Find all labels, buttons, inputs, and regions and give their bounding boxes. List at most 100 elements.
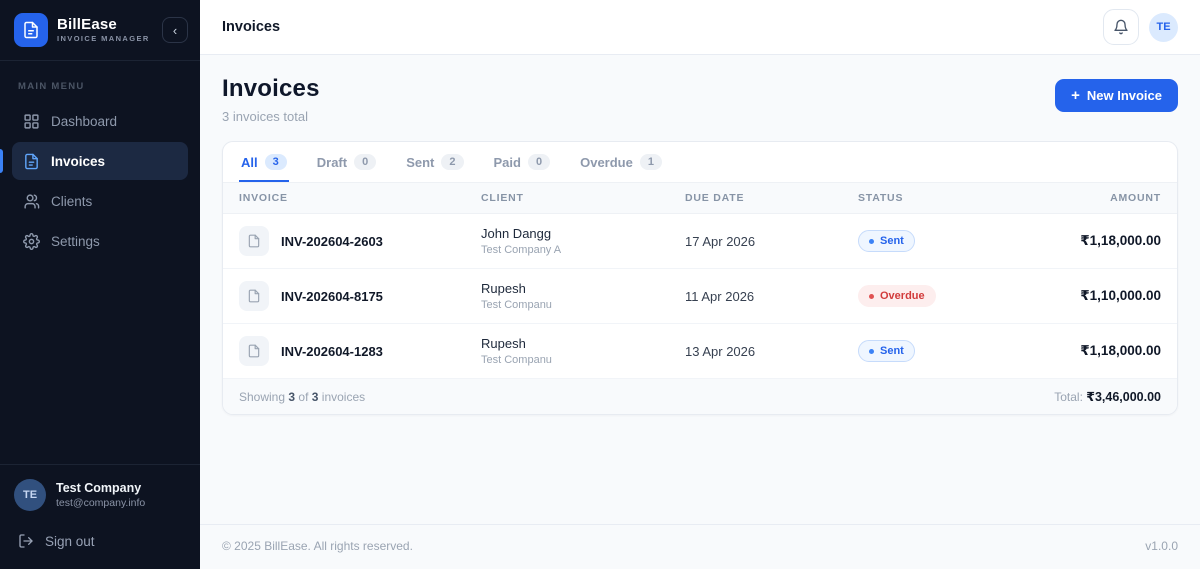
page-content: Invoices 3 invoices total + New Invoice … bbox=[200, 55, 1200, 524]
invoice-number: INV-202604-2603 bbox=[281, 233, 383, 249]
new-invoice-button[interactable]: + New Invoice bbox=[1055, 79, 1178, 112]
tab-all[interactable]: All 3 bbox=[239, 142, 289, 182]
status-badge: Overdue bbox=[858, 285, 936, 307]
total-amount: ₹3,46,000.00 bbox=[1086, 390, 1161, 404]
main-area: Invoices TE Invoices 3 invoices total + … bbox=[200, 0, 1200, 569]
table-row[interactable]: INV-202604-1283 Rupesh Test Companu 13 A… bbox=[223, 324, 1177, 379]
invoices-card: All 3 Draft 0 Sent 2 Paid 0 Overdue 1 IN… bbox=[222, 141, 1178, 415]
dashboard-grid-icon bbox=[22, 112, 40, 130]
total-count: 3 bbox=[311, 389, 319, 404]
sidebar-nav: MAIN MENU Dashboard Invoices Clients Set… bbox=[0, 61, 200, 464]
column-header-due-date: DUE DATE bbox=[685, 192, 745, 204]
version-text: v1.0.0 bbox=[1145, 539, 1178, 553]
brand: BillEase INVOICE MANAGER bbox=[57, 16, 153, 44]
tab-count-badge: 0 bbox=[527, 154, 551, 170]
user-email: test@company.info bbox=[56, 497, 146, 509]
sidebar: BillEase INVOICE MANAGER ‹ MAIN MENU Das… bbox=[0, 0, 200, 569]
client-company: Test Companu bbox=[481, 299, 552, 311]
status-dot-icon bbox=[869, 238, 874, 244]
due-date: 13 Apr 2026 bbox=[685, 343, 756, 359]
client-name: John Dangg bbox=[481, 226, 552, 241]
status-badge: Sent bbox=[858, 230, 915, 252]
chevron-left-icon: ‹ bbox=[172, 22, 178, 38]
due-date: 11 Apr 2026 bbox=[685, 288, 755, 304]
status-tabs: All 3 Draft 0 Sent 2 Paid 0 Overdue 1 bbox=[223, 142, 1177, 183]
gear-icon bbox=[22, 232, 40, 250]
invoice-amount: ₹1,10,000.00 bbox=[1080, 288, 1161, 303]
invoice-amount: ₹1,18,000.00 bbox=[1080, 233, 1161, 248]
page-header-text: Invoices 3 invoices total bbox=[222, 75, 320, 124]
tab-overdue[interactable]: Overdue 1 bbox=[578, 142, 664, 182]
sidebar-footer: TE Test Company test@company.info Sign o… bbox=[0, 464, 200, 569]
sidebar-item-clients[interactable]: Clients bbox=[12, 182, 188, 220]
page-subtitle: 3 invoices total bbox=[222, 109, 308, 124]
table-row[interactable]: INV-202604-8175 Rupesh Test Companu 11 A… bbox=[223, 269, 1177, 324]
invoice-amount: ₹1,18,000.00 bbox=[1080, 343, 1161, 358]
status-cell: Sent bbox=[858, 230, 1020, 252]
status-dot-icon bbox=[869, 348, 874, 354]
tab-label: Overdue bbox=[580, 154, 633, 170]
topbar-avatar[interactable]: TE bbox=[1149, 12, 1178, 42]
file-icon bbox=[239, 226, 269, 256]
tab-draft[interactable]: Draft 0 bbox=[315, 142, 378, 182]
client-company: Test Company A bbox=[481, 244, 562, 256]
status-cell: Overdue bbox=[858, 285, 1020, 307]
invoice-cell: INV-202604-1283 bbox=[239, 336, 481, 366]
invoice-number: INV-202604-8175 bbox=[281, 288, 383, 304]
sidebar-item-label: Invoices bbox=[51, 153, 106, 169]
column-header-status: STATUS bbox=[858, 192, 904, 204]
sidebar-header: BillEase INVOICE MANAGER ‹ bbox=[0, 0, 200, 61]
topbar: Invoices TE bbox=[200, 0, 1200, 55]
invoice-cell: INV-202604-8175 bbox=[239, 281, 481, 311]
status-dot-icon bbox=[869, 293, 874, 299]
sidebar-item-settings[interactable]: Settings bbox=[12, 222, 188, 260]
of-label: of bbox=[298, 389, 309, 404]
page-title: Invoices bbox=[222, 75, 320, 102]
shown-count: 3 bbox=[288, 389, 296, 404]
tab-count-badge: 1 bbox=[639, 154, 662, 170]
showing-label: Showing bbox=[239, 389, 286, 404]
user-info: Test Company test@company.info bbox=[56, 481, 145, 509]
tab-label: Sent bbox=[406, 154, 435, 170]
invoice-document-icon bbox=[22, 21, 40, 39]
invoice-cell: INV-202604-2603 bbox=[239, 226, 481, 256]
notifications-button[interactable] bbox=[1103, 9, 1139, 45]
invoice-number: INV-202604-1283 bbox=[281, 343, 383, 359]
sidebar-item-invoices[interactable]: Invoices bbox=[0, 142, 188, 180]
topbar-actions: TE bbox=[1103, 9, 1178, 45]
bell-icon bbox=[1113, 19, 1129, 35]
status-label: Sent bbox=[880, 345, 904, 357]
total-label: Total: bbox=[1054, 390, 1083, 404]
app-name: BillEase bbox=[57, 16, 117, 34]
tab-label: Draft bbox=[316, 154, 348, 170]
users-icon bbox=[22, 192, 40, 210]
sidebar-collapse-button[interactable]: ‹ bbox=[162, 17, 188, 43]
client-cell: Rupesh Test Companu bbox=[481, 336, 685, 366]
showing-summary: Showing 3 of 3 invoices bbox=[239, 390, 365, 404]
tab-paid[interactable]: Paid 0 bbox=[492, 142, 553, 182]
sign-out-button[interactable]: Sign out bbox=[14, 529, 186, 553]
tab-count-badge: 2 bbox=[441, 154, 464, 170]
breadcrumb-title: Invoices bbox=[222, 19, 281, 35]
due-date: 17 Apr 2026 bbox=[685, 233, 756, 249]
user-avatar: TE bbox=[14, 479, 46, 511]
sign-out-label: Sign out bbox=[45, 533, 95, 549]
tab-label: Paid bbox=[493, 154, 521, 170]
sidebar-item-dashboard[interactable]: Dashboard bbox=[12, 102, 188, 140]
column-header-amount: AMOUNT bbox=[1110, 192, 1161, 204]
status-cell: Sent bbox=[858, 340, 1020, 362]
plus-icon: + bbox=[1071, 87, 1080, 104]
new-invoice-label: New Invoice bbox=[1086, 88, 1162, 103]
invoices-label: invoices bbox=[321, 389, 366, 404]
sidebar-item-label: Clients bbox=[51, 193, 93, 209]
sidebar-item-label: Dashboard bbox=[51, 113, 118, 129]
column-header-invoice: INVOICE bbox=[239, 192, 288, 204]
file-icon bbox=[239, 281, 269, 311]
file-icon bbox=[239, 336, 269, 366]
invoice-document-icon bbox=[22, 152, 40, 170]
tab-label: All bbox=[241, 154, 258, 170]
tab-sent[interactable]: Sent 2 bbox=[404, 142, 465, 182]
page-header: Invoices 3 invoices total + New Invoice bbox=[222, 75, 1178, 124]
table-row[interactable]: INV-202604-2603 John Dangg Test Company … bbox=[223, 214, 1177, 269]
tab-count-badge: 0 bbox=[354, 154, 377, 170]
